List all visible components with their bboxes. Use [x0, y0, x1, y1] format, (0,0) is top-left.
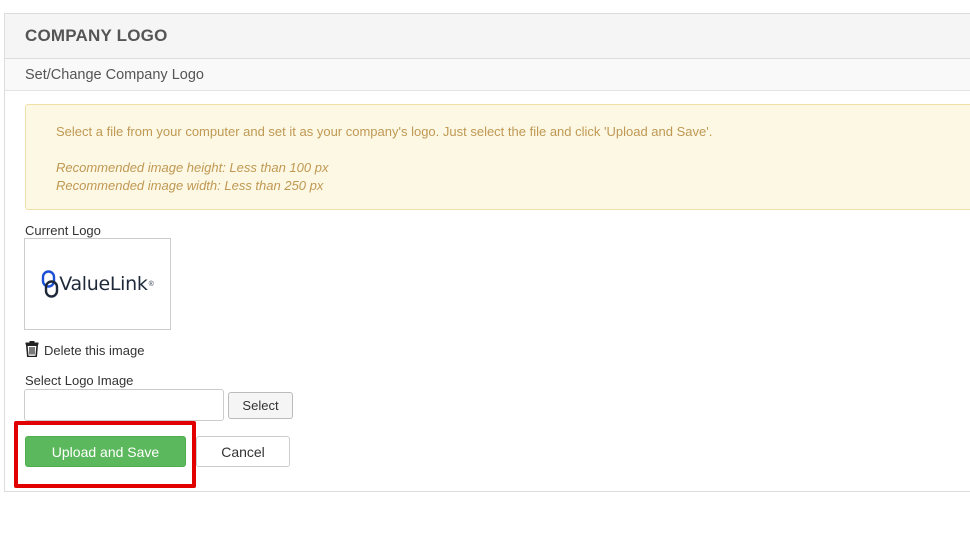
select-file-button[interactable]: Select: [228, 392, 293, 419]
alert-message: Select a file from your computer and set…: [56, 124, 713, 139]
section-subtitle: Set/Change Company Logo: [25, 66, 204, 83]
trash-icon: [25, 341, 39, 357]
current-logo-label: Current Logo: [25, 223, 101, 238]
current-logo-preview: ValueLink ®: [24, 238, 171, 330]
chain-link-icon: [42, 270, 59, 298]
cancel-button[interactable]: Cancel: [196, 436, 290, 467]
select-logo-label: Select Logo Image: [25, 373, 134, 388]
logo-registered-mark: ®: [148, 280, 154, 288]
valuelink-logo: ValueLink ®: [41, 270, 154, 298]
delete-image-link[interactable]: Delete this image: [25, 340, 144, 358]
panel-header: COMPANY LOGO: [5, 14, 970, 59]
logo-wordmark: ValueLink: [59, 273, 148, 295]
company-logo-panel: COMPANY LOGO Set/Change Company Logo Sel…: [4, 13, 970, 492]
upload-and-save-button[interactable]: Upload and Save: [25, 436, 186, 467]
delete-image-label: Delete this image: [44, 343, 145, 358]
logo-file-input[interactable]: [24, 389, 224, 421]
page-title: COMPANY LOGO: [25, 26, 168, 45]
alert-width-note: Recommended image width: Less than 250 p…: [56, 178, 324, 193]
alert-height-note: Recommended image height: Less than 100 …: [56, 160, 329, 175]
info-alert: Select a file from your computer and set…: [25, 104, 970, 210]
panel-subheader: Set/Change Company Logo: [5, 59, 970, 91]
